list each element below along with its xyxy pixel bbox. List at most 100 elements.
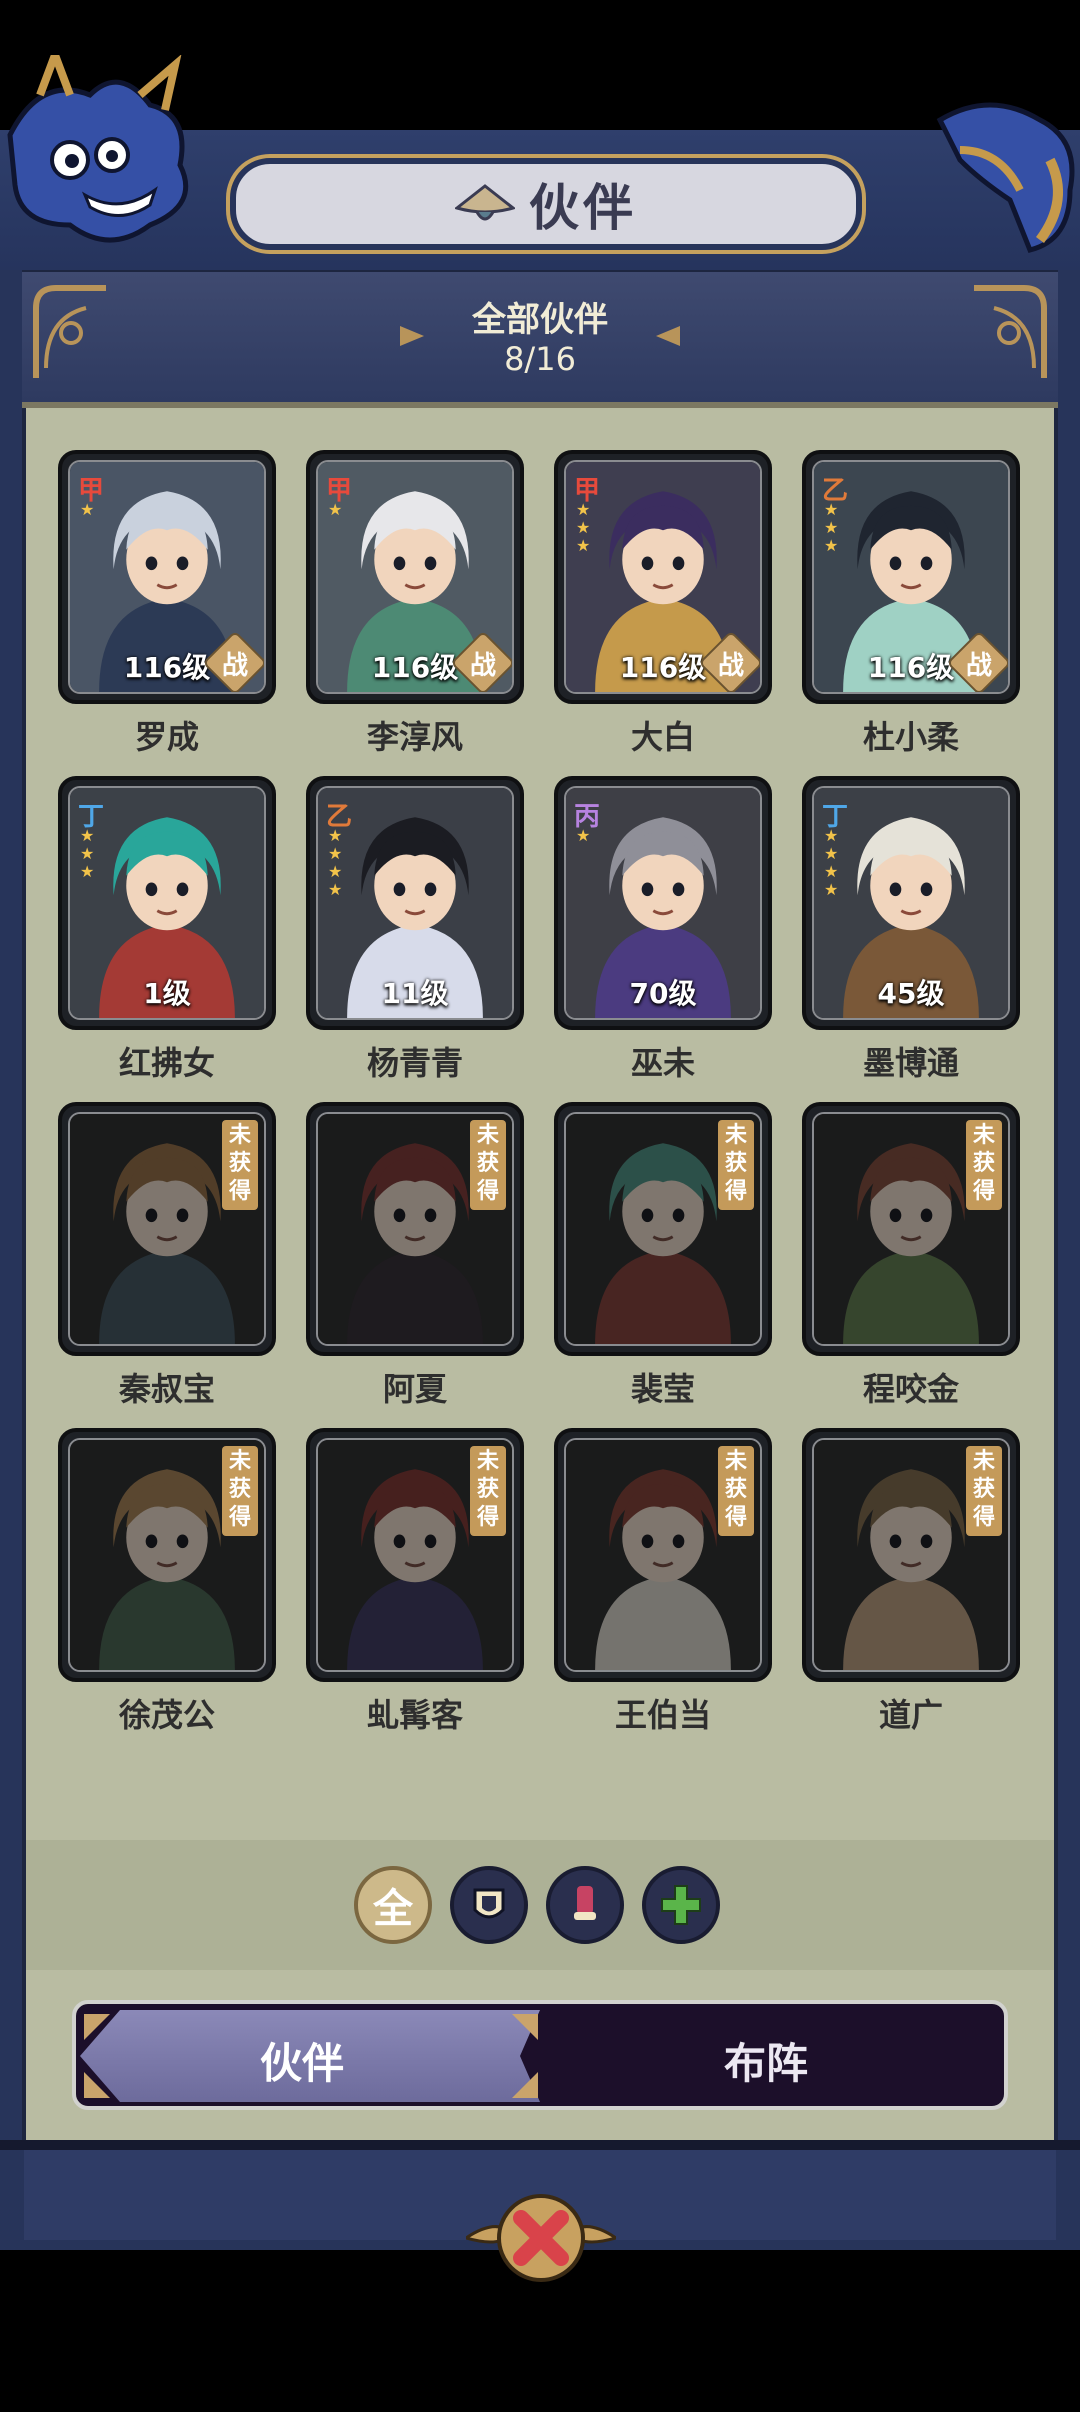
- star-icon: ★: [824, 500, 839, 519]
- star-icon: ★: [824, 880, 839, 899]
- not-obtained-tag: 未获得: [718, 1446, 754, 1536]
- close-icon[interactable]: [466, 2188, 616, 2288]
- star-icon: ★: [80, 500, 95, 519]
- dragon-right-icon: [936, 102, 1075, 253]
- partner-name: 裴莹: [630, 1370, 695, 1408]
- partner-level: 1级: [143, 977, 191, 1010]
- partner-level: 11级: [381, 977, 449, 1010]
- star-icon: ★: [328, 826, 343, 845]
- partner-card[interactable]: 甲 ★ 116级战: [306, 450, 524, 704]
- partner-card-frame: 未获得: [564, 1112, 762, 1346]
- star-icon: ★: [824, 518, 839, 537]
- partner-card[interactable]: 未获得: [58, 1428, 276, 1682]
- partner-name: 巫未: [630, 1044, 695, 1082]
- page-title: 伙伴: [529, 179, 637, 237]
- partner-card[interactable]: 未获得: [58, 1102, 276, 1356]
- arrow-right-icon: [656, 326, 680, 346]
- star-icon: ★: [576, 500, 591, 519]
- partner-name: 李淳风: [366, 718, 463, 756]
- scroll-icon: [574, 1886, 596, 1920]
- in-battle-label: 战: [965, 650, 992, 681]
- plus-icon: [661, 1885, 701, 1925]
- star-icon: ★: [80, 862, 95, 881]
- not-obtained-tag: 未获得: [222, 1120, 258, 1210]
- star-icon: ★: [824, 536, 839, 555]
- star-icon: ★: [328, 880, 343, 899]
- partner-level: 70级: [629, 977, 697, 1010]
- filter-all-label: 全: [373, 1886, 413, 1932]
- not-obtained-tag: 未获得: [718, 1120, 754, 1210]
- partner-stars: ★: [328, 502, 342, 518]
- all-partners-banner: 全部伙伴 8/16: [22, 272, 1058, 408]
- partner-count: 8/16: [504, 340, 576, 378]
- partner-stars: ★ ★ ★: [80, 828, 94, 880]
- partner-name: 道广: [878, 1696, 943, 1734]
- banner-title: 全部伙伴: [472, 300, 608, 340]
- partner-stars: ★ ★ ★: [576, 502, 590, 554]
- partner-card[interactable]: 未获得: [306, 1102, 524, 1356]
- partner-card-frame: 未获得: [812, 1438, 1010, 1672]
- partner-card[interactable]: 未获得: [802, 1428, 1020, 1682]
- partner-card[interactable]: 未获得: [306, 1428, 524, 1682]
- filter-attack-button[interactable]: [546, 1866, 624, 1944]
- partner-name: 大白: [630, 718, 695, 756]
- partner-card-frame: 未获得: [564, 1438, 762, 1672]
- star-icon: ★: [328, 500, 343, 519]
- partner-card[interactable]: 乙 ★ ★ ★ 116级战: [802, 450, 1020, 704]
- partner-name: 红拂女: [118, 1044, 215, 1082]
- not-obtained-tag: 未获得: [470, 1446, 506, 1536]
- partner-card-frame: 丙 ★ 70级: [564, 786, 762, 1020]
- partner-level: 45级: [877, 977, 945, 1010]
- page-title-plate: 伙伴: [230, 158, 862, 250]
- partner-card-frame: 丁 ★ ★ ★ ★ 45级: [812, 786, 1010, 1020]
- partner-card[interactable]: 丁 ★ ★ ★ 1级: [58, 776, 276, 1030]
- shield-icon: [473, 1888, 505, 1919]
- partner-card-frame: 甲 ★ 116级战: [316, 460, 514, 694]
- partner-card-frame: 未获得: [68, 1112, 266, 1346]
- partner-name: 杨青青: [366, 1044, 463, 1082]
- partner-card[interactable]: 丙 ★ 70级: [554, 776, 772, 1030]
- partner-card[interactable]: 甲 ★ ★ ★ 116级战: [554, 450, 772, 704]
- not-obtained-tag: 未获得: [966, 1120, 1002, 1210]
- partner-card[interactable]: 乙 ★ ★ ★ ★ 11级: [306, 776, 524, 1030]
- partner-card[interactable]: 甲 ★ 116级战: [58, 450, 276, 704]
- dragon-left-icon: [7, 55, 189, 243]
- partner-name: 罗成: [134, 718, 199, 756]
- partner-card[interactable]: 未获得: [554, 1428, 772, 1682]
- filter-all-button[interactable]: 全: [354, 1866, 432, 1944]
- partner-card-frame: 未获得: [316, 1438, 514, 1672]
- in-battle-label: 战: [221, 650, 248, 681]
- partner-card-frame: 甲 ★ 116级战: [68, 460, 266, 694]
- partner-stars: ★: [576, 828, 590, 844]
- partner-card[interactable]: 未获得: [802, 1102, 1020, 1356]
- tab-formation[interactable]: 布阵: [724, 2030, 808, 2091]
- partner-card[interactable]: 未获得: [554, 1102, 772, 1356]
- not-obtained-tag: 未获得: [470, 1120, 506, 1210]
- partner-card-frame: 乙 ★ ★ ★ 116级战: [812, 460, 1010, 694]
- in-battle-label: 战: [717, 650, 744, 681]
- tab-partner-label: 伙伴: [260, 2039, 345, 2088]
- partner-card-frame: 未获得: [316, 1112, 514, 1346]
- straw-hat-icon: [455, 184, 515, 221]
- partner-card-frame: 甲 ★ ★ ★ 116级战: [564, 460, 762, 694]
- star-icon: ★: [576, 826, 591, 845]
- partner-stars: ★: [80, 502, 94, 518]
- partner-name: 墨博通: [862, 1044, 959, 1082]
- star-icon: ★: [80, 826, 95, 845]
- partner-card-frame: 未获得: [68, 1438, 266, 1672]
- star-icon: ★: [328, 862, 343, 881]
- partner-name: 杜小柔: [862, 718, 959, 756]
- not-obtained-tag: 未获得: [966, 1446, 1002, 1536]
- partner-card-frame: 丁 ★ ★ ★ 1级: [68, 786, 266, 1020]
- star-icon: ★: [80, 844, 95, 863]
- filter-support-button[interactable]: [642, 1866, 720, 1944]
- partner-stars: ★ ★ ★ ★: [328, 828, 342, 898]
- partner-name: 程咬金: [862, 1370, 959, 1408]
- in-battle-label: 战: [469, 650, 496, 681]
- partner-card[interactable]: 丁 ★ ★ ★ ★ 45级: [802, 776, 1020, 1030]
- star-icon: ★: [824, 826, 839, 845]
- partner-card-frame: 未获得: [812, 1112, 1010, 1346]
- filter-defense-button[interactable]: [450, 1866, 528, 1944]
- star-icon: ★: [824, 844, 839, 863]
- star-icon: ★: [328, 844, 343, 863]
